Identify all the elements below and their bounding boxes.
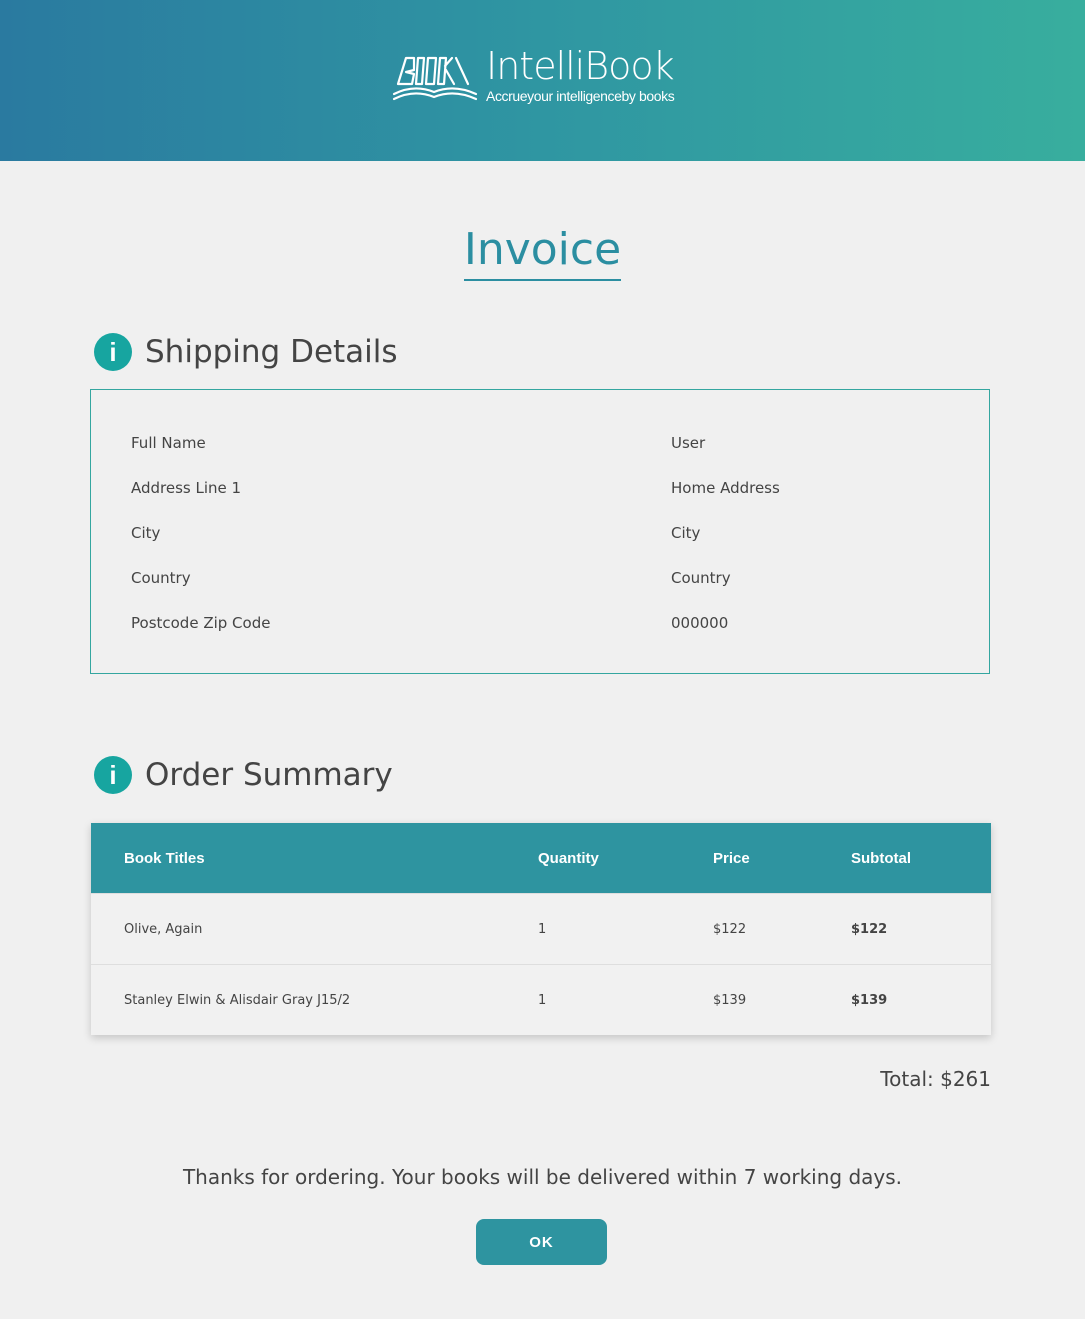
shipping-value: User — [671, 434, 706, 452]
page-title: Invoice — [463, 223, 622, 281]
order-total: Total: $261 — [880, 1067, 991, 1091]
shipping-label: Postcode Zip Code — [131, 614, 271, 632]
shipping-value: City — [671, 524, 701, 542]
subtotal-cell: $139 — [851, 993, 888, 1008]
shipping-row-address: Address Line 1 Home Address — [131, 479, 989, 499]
shipping-section-header: i Shipping Details — [94, 333, 398, 371]
order-section-header: i Order Summary — [94, 756, 393, 794]
shipping-row-full-name: Full Name User — [131, 434, 989, 454]
brand-tagline: Accrueyour intelligenceby books — [486, 88, 675, 104]
book-title-cell: Olive, Again — [124, 922, 203, 937]
shipping-value: Home Address — [671, 479, 780, 497]
column-header-subtotal: Subtotal — [851, 850, 911, 867]
brand-text: IntelliBook Accrueyour intelligenceby bo… — [486, 44, 675, 104]
shipping-label: Country — [131, 569, 191, 587]
price-cell: $122 — [713, 922, 747, 937]
book-title-cell: Stanley Elwin & Alisdair Gray J15/2 — [124, 993, 351, 1008]
shipping-label: Full Name — [131, 434, 206, 452]
shipping-row-country: Country Country — [131, 569, 989, 589]
brand-name: IntelliBook — [486, 44, 675, 88]
price-cell: $139 — [713, 993, 747, 1008]
shipping-label: City — [131, 524, 161, 542]
shipping-row-postcode: Postcode Zip Code 000000 — [131, 614, 989, 634]
shipping-value: Country — [671, 569, 731, 587]
order-section-title: Order Summary — [145, 757, 393, 793]
ok-button[interactable]: OK — [476, 1219, 607, 1265]
thanks-message: Thanks for ordering. Your books will be … — [182, 1165, 903, 1189]
brand-logo[interactable]: IntelliBook Accrueyour intelligenceby bo… — [392, 44, 675, 104]
table-header: Book Titles Quantity Price Subtotal — [91, 823, 991, 893]
shipping-details-box: Full Name User Address Line 1 Home Addre… — [90, 389, 990, 674]
open-book-logo-icon — [392, 56, 478, 101]
app-header: IntelliBook Accrueyour intelligenceby bo… — [0, 0, 1085, 161]
info-icon: i — [94, 333, 132, 371]
subtotal-cell: $122 — [851, 922, 888, 937]
info-icon: i — [94, 756, 132, 794]
shipping-label: Address Line 1 — [131, 479, 242, 497]
table-row: Olive, Again 1 $122 $122 — [91, 893, 991, 964]
column-header-book-titles: Book Titles — [124, 850, 205, 867]
page-title-wrap: Invoice — [0, 223, 1085, 281]
table-row: Stanley Elwin & Alisdair Gray J15/2 1 $1… — [91, 964, 991, 1035]
quantity-cell: 1 — [538, 922, 547, 937]
column-header-price: Price — [713, 850, 750, 867]
column-header-quantity: Quantity — [538, 850, 599, 867]
shipping-value: 000000 — [671, 614, 729, 632]
shipping-section-title: Shipping Details — [145, 334, 398, 370]
quantity-cell: 1 — [538, 993, 547, 1008]
shipping-row-city: City City — [131, 524, 989, 544]
order-summary-table: Book Titles Quantity Price Subtotal Oliv… — [91, 823, 991, 1035]
